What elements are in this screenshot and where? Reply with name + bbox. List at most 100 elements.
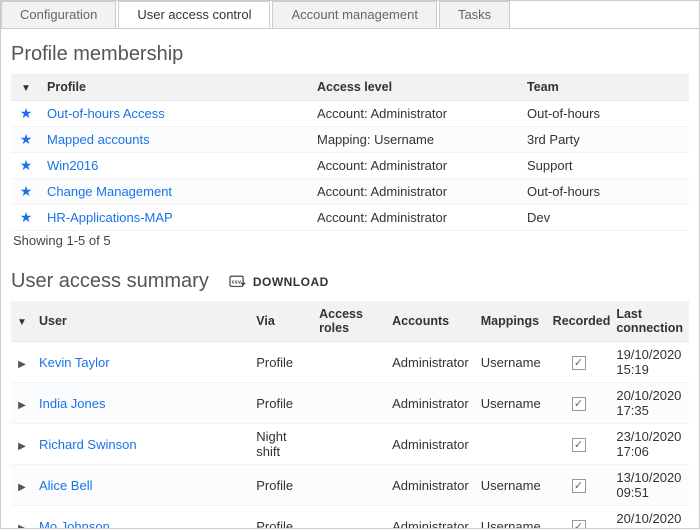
mappings-cell: Username [475, 383, 547, 424]
last-connection-cell: 20/10/2020 11:15 [610, 506, 689, 529]
col-user[interactable]: User [33, 301, 250, 342]
col-last[interactable]: Last connection [610, 301, 689, 342]
col-via[interactable]: Via [250, 301, 313, 342]
csv-download-icon: csv [229, 274, 247, 290]
col-mappings[interactable]: Mappings [475, 301, 547, 342]
profile-link[interactable]: HR-Applications-MAP [47, 210, 173, 225]
table-row: ★ Change Management Account: Administrator… [11, 179, 689, 205]
col-roles[interactable]: Access roles [313, 301, 386, 342]
recorded-checkbox[interactable]: ✓ [572, 397, 586, 411]
expand-row-icon[interactable]: ▶ [17, 523, 27, 529]
tab-user-access-control[interactable]: User access control [118, 1, 270, 28]
table-row: ★ Out-of-hours Access Account: Administrat… [11, 101, 689, 127]
team-cell: Support [521, 153, 689, 179]
profile-membership-title: Profile membership [11, 43, 689, 66]
star-icon[interactable]: ★ [20, 131, 33, 147]
expand-row-icon[interactable]: ▶ [17, 400, 27, 411]
table-row: ▶ Alice Bell Profile AdministratorUsername ✓… [11, 465, 689, 506]
team-cell: Out-of-hours [521, 179, 689, 205]
col-access-level[interactable]: Access level [311, 74, 521, 101]
accounts-cell: Administrator [386, 424, 475, 465]
tab-configuration[interactable]: Configuration [1, 1, 116, 28]
download-label: DOWNLOAD [253, 275, 329, 289]
profile-link[interactable]: Change Management [47, 184, 172, 199]
accounts-cell: Administrator [386, 465, 475, 506]
access-level-cell: Account: Administrator [311, 205, 521, 231]
table-row: ▶ Richard Swinson Night shift Administrator… [11, 424, 689, 465]
table-row: ▶ Mo Johnson Profile AdministratorUsername ✓… [11, 506, 689, 529]
access-level-cell: Account: Administrator [311, 101, 521, 127]
roles-cell [313, 342, 386, 383]
profile-link[interactable]: Win2016 [47, 158, 98, 173]
roles-cell [313, 506, 386, 529]
roles-cell [313, 465, 386, 506]
access-level-cell: Account: Administrator [311, 153, 521, 179]
user-access-summary-title: User access summary [11, 270, 209, 293]
mappings-cell: Username [475, 506, 547, 529]
star-icon[interactable]: ★ [20, 183, 33, 199]
roles-cell [313, 383, 386, 424]
tab-account-management[interactable]: Account management [272, 1, 436, 28]
mappings-cell: Username [475, 342, 547, 383]
user-link[interactable]: India Jones [39, 396, 106, 411]
col-team[interactable]: Team [521, 74, 689, 101]
user-link[interactable]: Mo Johnson [39, 519, 110, 529]
svg-text:csv: csv [232, 279, 242, 285]
profile-membership-footer: Showing 1-5 of 5 [11, 231, 689, 252]
tab-tasks[interactable]: Tasks [439, 1, 510, 28]
profile-membership-section: Profile membership ▼ Profile Access leve… [1, 29, 699, 252]
last-connection-cell: 19/10/2020 15:19 [610, 342, 689, 383]
col-profile[interactable]: Profile [41, 74, 311, 101]
expand-row-icon[interactable]: ▶ [17, 441, 27, 452]
profile-link[interactable]: Out-of-hours Access [47, 106, 165, 121]
user-link[interactable]: Richard Swinson [39, 437, 137, 452]
sort-toggle[interactable]: ▼ [11, 74, 41, 101]
access-level-cell: Account: Administrator [311, 179, 521, 205]
last-connection-cell: 13/10/2020 09:51 [610, 465, 689, 506]
table-row: ★ HR-Applications-MAP Account: Administrat… [11, 205, 689, 231]
via-cell: Profile [250, 465, 313, 506]
recorded-checkbox[interactable]: ✓ [572, 356, 586, 370]
via-cell: Profile [250, 506, 313, 529]
caret-down-icon: ▼ [17, 317, 27, 328]
profile-link[interactable]: Mapped accounts [47, 132, 150, 147]
roles-cell [313, 424, 386, 465]
caret-down-icon: ▼ [21, 83, 31, 94]
accounts-cell: Administrator [386, 383, 475, 424]
user-access-summary-table: ▼ User Via Access roles Accounts Mapping… [11, 301, 689, 529]
recorded-checkbox[interactable]: ✓ [572, 520, 586, 529]
via-cell: Profile [250, 383, 313, 424]
last-connection-cell: 20/10/2020 17:35 [610, 383, 689, 424]
table-row: ▶ Kevin Taylor Profile AdministratorUsernam… [11, 342, 689, 383]
sort-toggle-2[interactable]: ▼ [11, 301, 33, 342]
profile-membership-table: ▼ Profile Access level Team ★ Out-of-hour… [11, 74, 689, 231]
table-row: ★ Win2016 Account: AdministratorSupport [11, 153, 689, 179]
user-link[interactable]: Alice Bell [39, 478, 92, 493]
mappings-cell [475, 424, 547, 465]
download-button[interactable]: csv DOWNLOAD [229, 274, 329, 290]
recorded-checkbox[interactable]: ✓ [572, 438, 586, 452]
star-icon[interactable]: ★ [20, 157, 33, 173]
table-row: ▶ India Jones Profile AdministratorUsername… [11, 383, 689, 424]
team-cell: Out-of-hours [521, 101, 689, 127]
star-icon[interactable]: ★ [20, 209, 33, 225]
expand-row-icon[interactable]: ▶ [17, 359, 27, 370]
via-cell: Night shift [250, 424, 313, 465]
tab-bar: ConfigurationUser access controlAccount … [1, 1, 699, 29]
user-link[interactable]: Kevin Taylor [39, 355, 110, 370]
col-recorded[interactable]: Recorded [547, 301, 611, 342]
last-connection-cell: 23/10/2020 17:06 [610, 424, 689, 465]
accounts-cell: Administrator [386, 342, 475, 383]
accounts-cell: Administrator [386, 506, 475, 529]
star-icon[interactable]: ★ [20, 105, 33, 121]
table-row: ★ Mapped accounts Mapping: Username3rd Par… [11, 127, 689, 153]
user-access-summary-section: User access summary csv DOWNLOAD ▼ User [1, 252, 699, 529]
col-accounts[interactable]: Accounts [386, 301, 475, 342]
mappings-cell: Username [475, 465, 547, 506]
via-cell: Profile [250, 342, 313, 383]
access-level-cell: Mapping: Username [311, 127, 521, 153]
expand-row-icon[interactable]: ▶ [17, 482, 27, 493]
app-frame: ConfigurationUser access controlAccount … [0, 0, 700, 529]
team-cell: 3rd Party [521, 127, 689, 153]
recorded-checkbox[interactable]: ✓ [572, 479, 586, 493]
